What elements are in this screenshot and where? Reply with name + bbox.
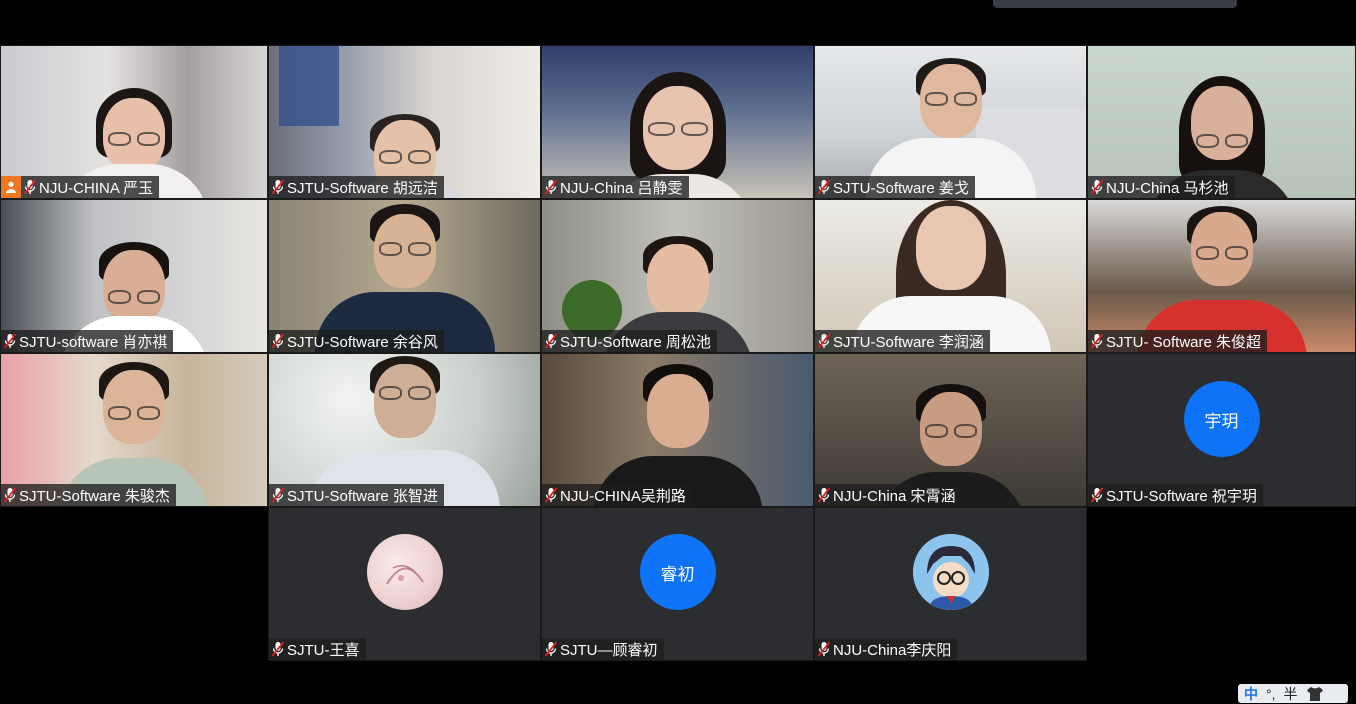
mic-muted-icon xyxy=(4,487,16,503)
participant-name: NJU-China李庆阳 xyxy=(833,641,952,659)
video-tile[interactable]: NJU-China 马杉池 xyxy=(1087,45,1356,199)
participant-name-label: NJU-CHINA 严玉 xyxy=(1,176,160,198)
avatar: 睿初 xyxy=(639,534,716,610)
video-tile[interactable]: SJTU-Software 余谷风 xyxy=(268,199,541,353)
anime-avatar-icon xyxy=(385,565,424,585)
mic-muted-icon xyxy=(272,487,284,503)
mic-muted-icon xyxy=(272,641,284,657)
video-tile[interactable]: NJU-CHINA 严玉 xyxy=(0,45,268,199)
participant-name: NJU-CHINA 严玉 xyxy=(39,179,154,197)
ime-mode-indicator[interactable]: 中 xyxy=(1244,684,1258,704)
avatar-initials: 睿初 xyxy=(660,564,695,584)
participant-name: NJU-China 宋霄涵 xyxy=(833,487,956,505)
participant-name: SJTU-Software 李润涵 xyxy=(833,333,984,351)
avatar: 宇玥 xyxy=(1183,381,1260,457)
participant-name: SJTU- Software 朱俊超 xyxy=(1106,333,1262,351)
participant-name-label: NJU-China 吕静雯 xyxy=(542,176,689,198)
video-tile[interactable]: SJTU-Software 李润涵 xyxy=(814,199,1087,353)
avatar-tile[interactable]: 宇玥 SJTU-Software 祝宇玥 xyxy=(1087,353,1356,507)
participant-name: SJTU-Software 胡远洁 xyxy=(287,179,438,197)
top-toolbar-handle[interactable] xyxy=(993,0,1237,8)
mic-muted-icon xyxy=(1091,487,1103,503)
participant-name-label: SJTU-Software 祝宇玥 xyxy=(1088,484,1263,506)
participant-name-label: SJTU-software 肖亦祺 xyxy=(1,330,174,352)
participant-name: NJU-China 吕静雯 xyxy=(560,179,683,197)
mic-muted-icon xyxy=(545,333,557,349)
video-tile[interactable]: SJTU-Software 姜戈 xyxy=(814,45,1087,199)
mic-muted-icon xyxy=(272,179,284,195)
mic-muted-icon xyxy=(545,487,557,503)
participant-name: SJTU-Software 祝宇玥 xyxy=(1106,487,1257,505)
participant-name-label: SJTU-王喜 xyxy=(269,638,366,660)
avatar-initials: 宇玥 xyxy=(1204,411,1239,431)
video-tile[interactable]: NJU-China 宋霄涵 xyxy=(814,353,1087,507)
participant-name-label: SJTU-Software 胡远洁 xyxy=(269,176,444,198)
mic-muted-icon xyxy=(818,641,830,657)
mic-muted-icon xyxy=(1091,179,1103,195)
video-tile[interactable]: SJTU- Software 朱俊超 xyxy=(1087,199,1356,353)
video-tile[interactable]: SJTU-software 肖亦祺 xyxy=(0,199,268,353)
mic-muted-icon xyxy=(818,333,830,349)
participant-name: SJTU-Software 张智进 xyxy=(287,487,438,505)
participant-name-label: NJU-China 宋霄涵 xyxy=(815,484,962,506)
participant-name-label: SJTU- Software 朱俊超 xyxy=(1088,330,1268,352)
video-tile[interactable]: SJTU-Software 张智进 xyxy=(268,353,541,507)
mic-muted-icon xyxy=(272,333,284,349)
participant-name: SJTU-Software 余谷风 xyxy=(287,333,438,351)
avatar-tile[interactable]: SJTU-王喜 xyxy=(268,507,541,661)
avatar-tile[interactable]: NJU-China李庆阳 xyxy=(814,507,1087,661)
avatar xyxy=(366,534,443,610)
ime-toolbar[interactable]: 中 °, 半 xyxy=(1238,684,1348,703)
avatar xyxy=(912,534,989,610)
video-tile[interactable]: SJTU-Software 胡远洁 xyxy=(268,45,541,199)
cartoon-avatar-icon xyxy=(912,534,989,610)
participant-name-label: SJTU-Software 余谷风 xyxy=(269,330,444,352)
ime-width-indicator[interactable]: 半 xyxy=(1284,684,1298,704)
video-tile[interactable]: SJTU-Software 周松池 xyxy=(541,199,814,353)
participant-name-label: SJTU-Software 姜戈 xyxy=(815,176,975,198)
host-icon xyxy=(1,176,21,198)
participant-name-label: NJU-China李庆阳 xyxy=(815,638,958,660)
mic-muted-icon xyxy=(545,179,557,195)
participant-name: SJTU—顾睿初 xyxy=(560,641,658,659)
shirt-icon[interactable] xyxy=(1306,686,1324,701)
participant-name: SJTU-software 肖亦祺 xyxy=(19,333,168,351)
participant-name: SJTU-Software 周松池 xyxy=(560,333,711,351)
participant-name-label: SJTU-Software 周松池 xyxy=(542,330,717,352)
participant-name-label: SJTU-Software 朱骏杰 xyxy=(1,484,176,506)
participant-name: SJTU-Software 朱骏杰 xyxy=(19,487,170,505)
participant-name-label: NJU-China 马杉池 xyxy=(1088,176,1235,198)
participant-name-label: NJU-CHINA吴荆路 xyxy=(542,484,692,506)
participant-name-label: SJTU-Software 张智进 xyxy=(269,484,444,506)
video-tile[interactable]: NJU-CHINA吴荆路 xyxy=(541,353,814,507)
participant-name: NJU-CHINA吴荆路 xyxy=(560,487,686,505)
mic-muted-icon xyxy=(545,641,557,657)
mic-muted-icon xyxy=(24,179,36,195)
participant-name: SJTU-Software 姜戈 xyxy=(833,179,969,197)
video-tile[interactable]: SJTU-Software 朱骏杰 xyxy=(0,353,268,507)
mic-muted-icon xyxy=(1091,333,1103,349)
video-tile[interactable]: NJU-China 吕静雯 xyxy=(541,45,814,199)
participant-name: NJU-China 马杉池 xyxy=(1106,179,1229,197)
participant-name-label: SJTU-Software 李润涵 xyxy=(815,330,990,352)
avatar-tile[interactable]: 睿初 SJTU—顾睿初 xyxy=(541,507,814,661)
mic-muted-icon xyxy=(818,487,830,503)
participant-name-label: SJTU—顾睿初 xyxy=(542,638,664,660)
mic-muted-icon xyxy=(4,333,16,349)
mic-muted-icon xyxy=(818,179,830,195)
participant-name: SJTU-王喜 xyxy=(287,641,360,659)
ime-punctuation-indicator[interactable]: °, xyxy=(1266,686,1276,702)
